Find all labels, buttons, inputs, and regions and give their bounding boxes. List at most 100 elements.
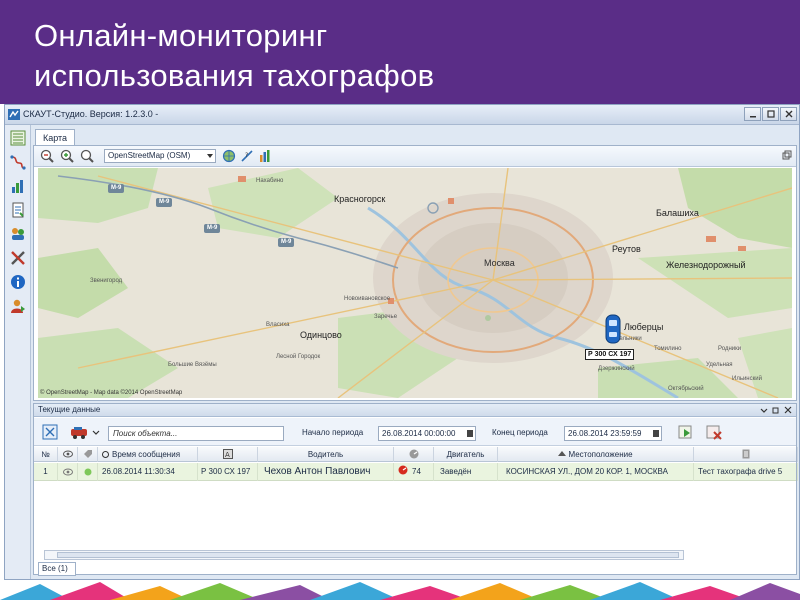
road-shield-m9: M-9 [108, 184, 125, 193]
row-device: Тест тахографа drive 5 [694, 463, 798, 481]
svg-text:?: ? [245, 152, 248, 159]
clear-track-icon[interactable] [706, 424, 722, 440]
period-start-field[interactable]: 26.08.2014 00:00:00 [378, 426, 476, 441]
vehicle-marker-icon[interactable] [604, 314, 622, 344]
road-shield-m9: M-9 [156, 198, 173, 207]
object-search-placeholder: Поиск объекта... [113, 429, 178, 438]
zoom-fit-icon[interactable] [80, 149, 94, 163]
route-icon [10, 155, 26, 170]
scrollbar-thumb[interactable] [57, 552, 679, 558]
map-label-ilinsky: Ильинский [732, 376, 762, 382]
report-button[interactable] [9, 201, 27, 219]
chart-button[interactable] [9, 177, 27, 195]
map-label-lesnoy-gorodok: Лесной Городок [276, 354, 321, 360]
col-device[interactable] [694, 447, 798, 462]
map-label-tomilino: Томилино [654, 346, 682, 352]
left-toolbar [5, 125, 31, 579]
app-window: СКАУТ-Студио. Версия: 1.2.3.0 - Карта Op… [4, 104, 800, 580]
group-button[interactable] [9, 225, 27, 243]
grid-header: № Время сообщения A Водитель Двигатель М… [34, 447, 798, 462]
list-view-icon [10, 130, 26, 146]
row-time: 26.08.2014 11:30:34 [98, 463, 198, 481]
row-plate: Р 300 СХ 197 [198, 463, 258, 481]
tab-all[interactable]: Все (1) [38, 562, 76, 576]
row-driver: Чехов Антон Павлович [258, 463, 394, 481]
close-button[interactable] [780, 107, 797, 121]
chevron-down-icon[interactable] [760, 406, 768, 414]
calendar-icon[interactable] [467, 430, 473, 437]
col-engine[interactable]: Двигатель [434, 447, 498, 462]
map-source-select[interactable]: OpenStreetMap (OSM) [104, 149, 216, 163]
restore-icon[interactable] [772, 406, 780, 414]
tag-icon [83, 450, 92, 458]
svg-text:A: A [225, 451, 230, 459]
map-toolbar: OpenStreetMap (OSM) ? [34, 146, 796, 167]
col-location-label: Местоположение [568, 450, 633, 459]
map-label-oktyabrsky: Октябрьский [668, 386, 704, 392]
chevron-down-icon [207, 154, 213, 158]
maximize-button[interactable] [762, 107, 779, 121]
map-background [38, 168, 792, 398]
row-follow[interactable] [78, 463, 98, 481]
col-driver[interactable]: Водитель [258, 447, 394, 462]
zoom-in-icon[interactable] [60, 149, 74, 163]
map-source-value: OpenStreetMap (OSM) [108, 151, 191, 160]
map-label-rodniki: Родники [718, 346, 742, 352]
col-plate[interactable]: A [198, 447, 258, 462]
col-visibility[interactable] [58, 447, 78, 462]
map-canvas[interactable]: M-9 M-9 M-9 M-9 Нахабино Красногорск Бал… [38, 168, 792, 398]
object-search-input[interactable]: Поиск объекта... [108, 426, 284, 441]
zoom-out-icon[interactable] [40, 149, 54, 163]
bar-chart-icon [12, 180, 23, 193]
map-label-reutov: Реутов [612, 244, 641, 254]
col-time[interactable]: Время сообщения [98, 447, 198, 462]
play-track-icon[interactable] [678, 424, 694, 440]
map-label-bolshie-vyazemy: Большие Вязёмы [168, 362, 217, 368]
close-icon[interactable] [784, 406, 792, 414]
tab-map[interactable]: Карта [35, 129, 75, 145]
map-label-balashikha: Балашиха [656, 208, 699, 218]
row-speed: 74 [394, 463, 434, 481]
tools-button[interactable] [9, 249, 27, 267]
row-visibility[interactable] [58, 463, 78, 481]
table-row[interactable]: 1 26.08.2014 11:30:34 Р 300 СХ 197 Чехов… [34, 463, 798, 481]
road-shield-m9: M-9 [204, 224, 221, 233]
current-data-header: Текущие данные [34, 404, 796, 417]
col-follow[interactable] [78, 447, 98, 462]
col-num[interactable]: № [34, 447, 58, 462]
current-data-toolbar: Поиск объекта... Начало периода 26.08.20… [34, 418, 796, 446]
window-titlebar[interactable]: СКАУТ-Студио. Версия: 1.2.3.0 - [5, 105, 799, 125]
col-time-label: Время сообщения [112, 450, 181, 459]
route-button[interactable] [9, 153, 27, 171]
map-label-krasnogorsk: Красногорск [334, 194, 386, 204]
vehicle-filter-icon[interactable] [70, 424, 90, 440]
app-logo-icon [8, 109, 20, 120]
horizontal-scrollbar[interactable] [44, 550, 684, 560]
col-speed[interactable] [394, 447, 434, 462]
calendar-icon[interactable] [653, 430, 659, 437]
fit-to-screen-icon[interactable] [42, 424, 58, 440]
clock-icon [102, 451, 109, 458]
col-location[interactable]: Местоположение [498, 447, 694, 462]
current-data-pane: Текущие данные Поиск объекта... Начало п… [33, 403, 798, 576]
window-title: СКАУТ-Студио. Версия: 1.2.3.0 - [23, 109, 159, 119]
map-label-vlasikha: Власиха [266, 322, 290, 328]
map-label-lyubertsy: Люберцы [624, 322, 664, 332]
map-label-zvenigorod: Звенигород [90, 278, 123, 284]
period-start-value: 26.08.2014 00:00:00 [382, 429, 456, 438]
info-button[interactable] [9, 273, 27, 291]
map-label-novoivanovskoe: Новоивановское [344, 296, 391, 302]
document-icon [742, 449, 749, 459]
period-end-field[interactable]: 26.08.2014 23:59:59 [564, 426, 662, 441]
user-button[interactable] [9, 297, 27, 315]
period-start-label: Начало периода [302, 428, 364, 437]
restore-icon[interactable] [782, 150, 792, 160]
map-pane: OpenStreetMap (OSM) ? M-9 M-9 M-9 M-9 На… [33, 145, 797, 401]
minimize-button[interactable] [744, 107, 761, 121]
chevron-down-icon[interactable] [92, 424, 100, 440]
list-view-button[interactable] [9, 129, 27, 147]
layers-icon[interactable] [258, 149, 272, 163]
globe-icon[interactable] [222, 149, 236, 163]
ruler-icon[interactable]: ? [240, 149, 254, 163]
slide-title: Онлайн-мониторинг использования тахограф… [34, 16, 434, 96]
